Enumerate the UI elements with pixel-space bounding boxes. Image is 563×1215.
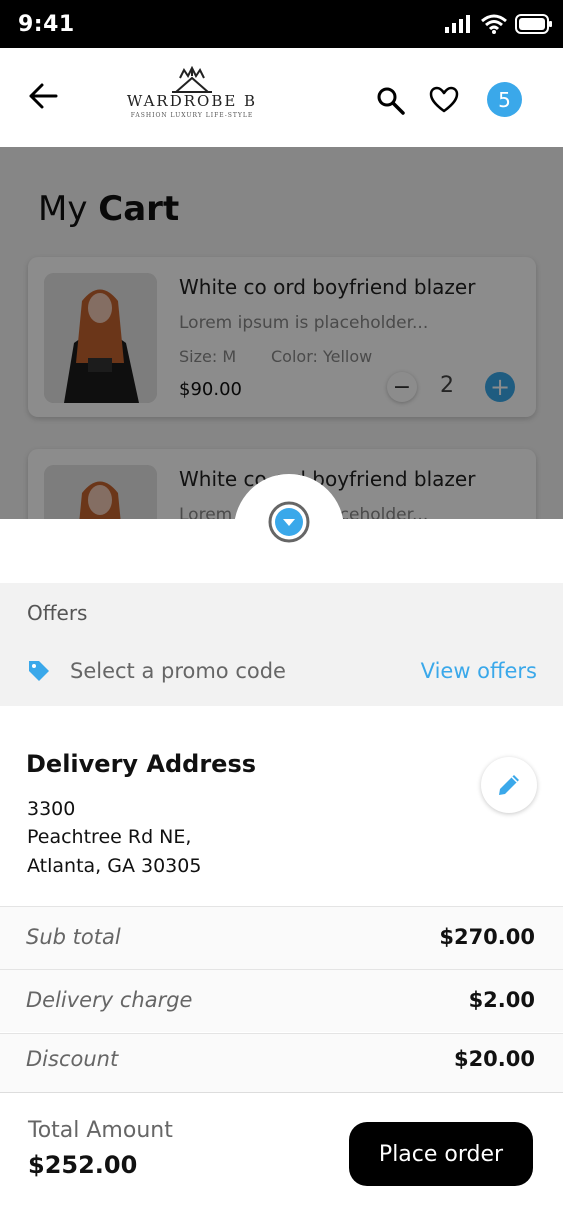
checkout-footer: Total Amount $252.00 Place order (0, 1092, 563, 1215)
crown-hanger-icon (172, 66, 212, 93)
dim-overlay (0, 147, 563, 519)
summary-row-delivery: Delivery charge $2.00 (0, 969, 563, 1032)
brand-name: WARDROBE B (126, 92, 258, 110)
summary-value: $2.00 (468, 988, 535, 1012)
view-offers-link[interactable]: View offers (421, 659, 537, 683)
promo-code-field[interactable]: Select a promo code (70, 659, 286, 683)
summary-row-discount: Discount $20.00 (0, 1033, 563, 1096)
address-line-1: 3300 (27, 798, 76, 820)
summary-row-subtotal: Sub total $270.00 (0, 906, 563, 969)
search-icon[interactable] (376, 86, 406, 116)
tag-icon (29, 661, 49, 681)
delivery-address-title: Delivery Address (26, 750, 257, 778)
offers-title: Offers (27, 601, 88, 625)
summary-value: $20.00 (453, 1047, 535, 1071)
total-amount-label: Total Amount (28, 1118, 173, 1143)
wifi-icon (481, 14, 507, 34)
status-bar: 9:41 (0, 0, 563, 48)
battery-icon (515, 14, 552, 34)
heart-icon[interactable] (429, 86, 459, 114)
summary-label: Delivery charge (26, 988, 193, 1012)
collapse-chevron-icon[interactable] (268, 501, 310, 543)
address-line-2: Peachtree Rd NE, (27, 826, 192, 848)
brand-tagline: FASHION LUXURY LIFE-STYLE (130, 112, 254, 119)
edit-address-button[interactable] (481, 757, 537, 813)
brand-logo: WARDROBE B FASHION LUXURY LIFE-STYLE (122, 66, 262, 132)
pencil-icon (499, 775, 519, 795)
back-arrow-icon[interactable] (28, 82, 58, 110)
signal-icon (445, 15, 470, 33)
place-order-button[interactable]: Place order (349, 1122, 533, 1186)
summary-label: Sub total (26, 925, 121, 949)
total-amount-value: $252.00 (28, 1151, 138, 1179)
status-icons (445, 14, 553, 34)
cart-count-badge[interactable]: 5 (487, 82, 522, 117)
offers-section: Offers Select a promo code View offers (0, 583, 563, 706)
summary-value: $270.00 (439, 925, 535, 949)
status-time: 9:41 (18, 12, 75, 37)
app-header: WARDROBE B FASHION LUXURY LIFE-STYLE 5 (0, 48, 563, 147)
address-line-3: Atlanta, GA 30305 (27, 855, 202, 877)
summary-label: Discount (26, 1047, 119, 1071)
